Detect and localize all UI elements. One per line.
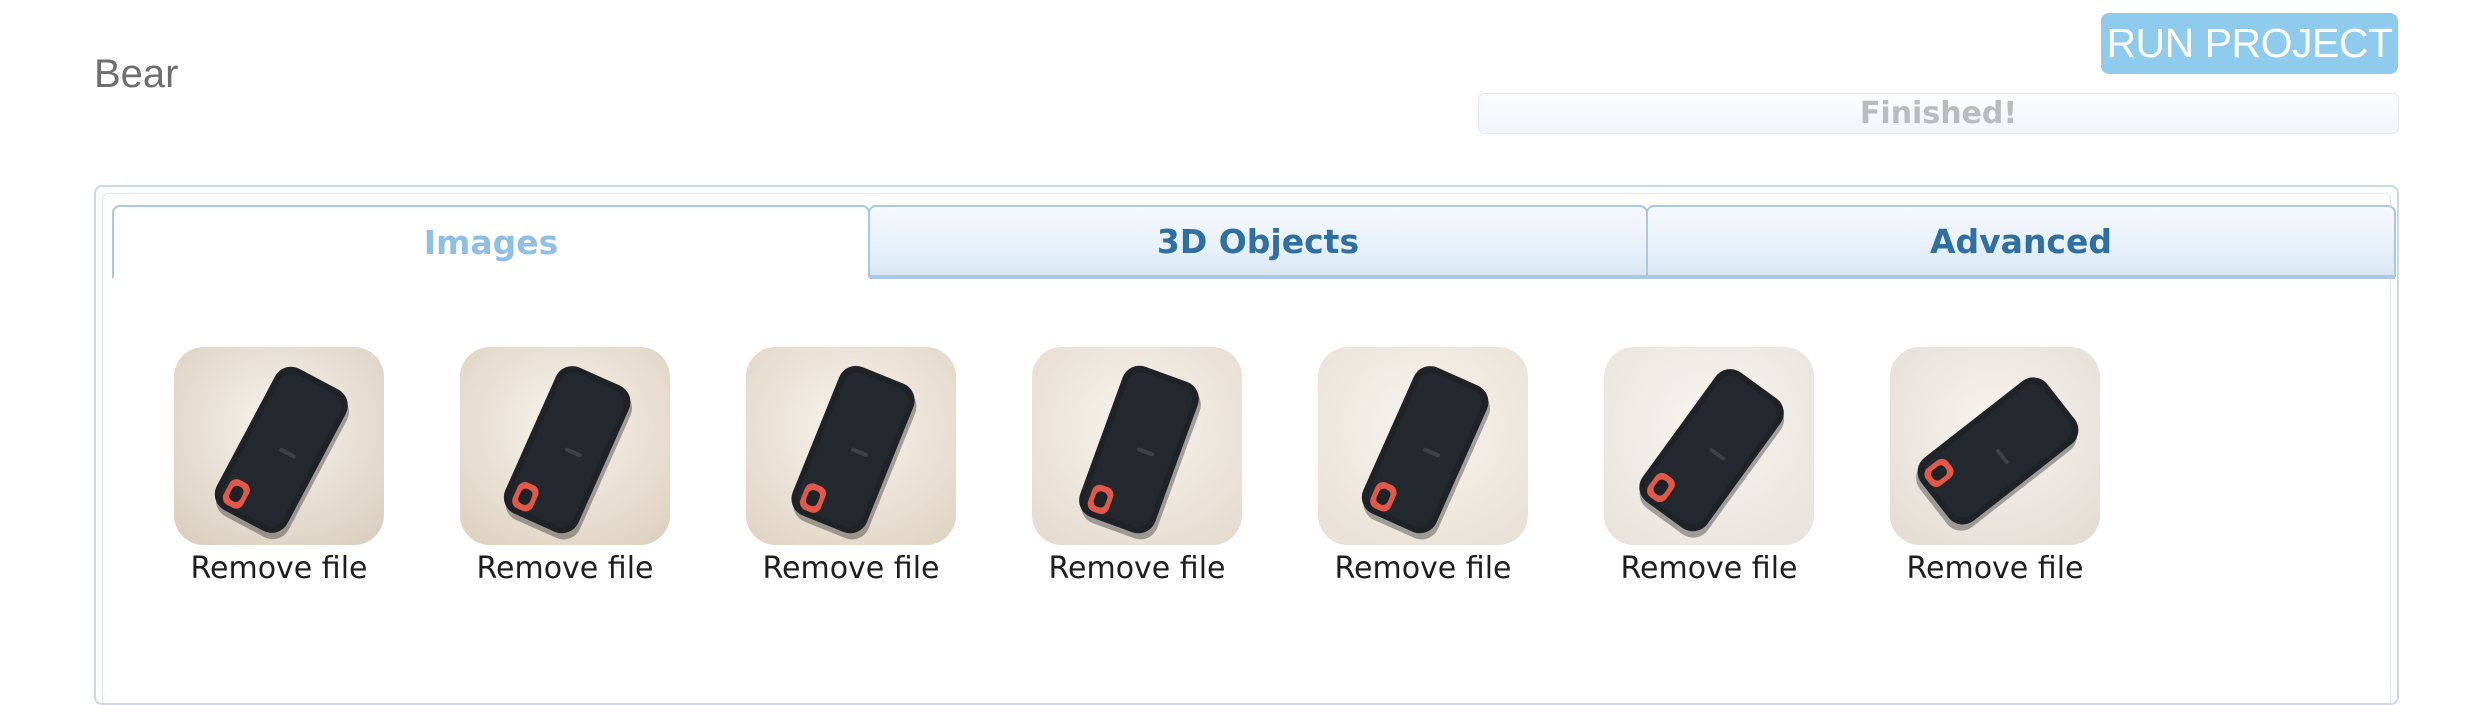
remove-file-link[interactable]: Remove file	[1860, 551, 2130, 586]
progress-bar: Finished!	[1478, 93, 2399, 134]
ssd-photo-icon	[1032, 347, 1242, 545]
image-thumbnail[interactable]	[1890, 347, 2100, 545]
remove-file-link[interactable]: Remove file	[1288, 551, 1558, 586]
image-thumbnail[interactable]	[1604, 347, 1814, 545]
status-text: Finished!	[1859, 96, 2018, 131]
run-project-button[interactable]: RUN PROJECT	[2101, 13, 2398, 74]
ssd-photo-icon	[1604, 347, 1814, 545]
image-thumbnail[interactable]	[460, 347, 670, 545]
remove-file-link[interactable]: Remove file	[1002, 551, 1272, 586]
ssd-photo-icon	[460, 347, 670, 545]
image-thumbnail[interactable]	[174, 347, 384, 545]
tab-images[interactable]: Images	[112, 205, 870, 279]
image-thumbnail[interactable]	[1032, 347, 1242, 545]
tab-3d-objects[interactable]: 3D Objects	[868, 205, 1648, 277]
remove-file-link[interactable]: Remove file	[1574, 551, 1844, 586]
remove-file-link[interactable]: Remove file	[430, 551, 700, 586]
image-thumbnail[interactable]	[1318, 347, 1528, 545]
project-title: Bear	[94, 52, 179, 96]
ssd-photo-icon	[746, 347, 956, 545]
ssd-photo-icon	[174, 347, 384, 545]
ssd-photo-icon	[1890, 347, 2100, 545]
remove-file-link[interactable]: Remove file	[716, 551, 986, 586]
remove-file-link[interactable]: Remove file	[144, 551, 414, 586]
tab-strip: Images 3D Objects Advanced	[112, 205, 2396, 279]
image-thumbnail[interactable]	[746, 347, 956, 545]
ssd-photo-icon	[1318, 347, 1528, 545]
tab-advanced[interactable]: Advanced	[1646, 205, 2396, 277]
